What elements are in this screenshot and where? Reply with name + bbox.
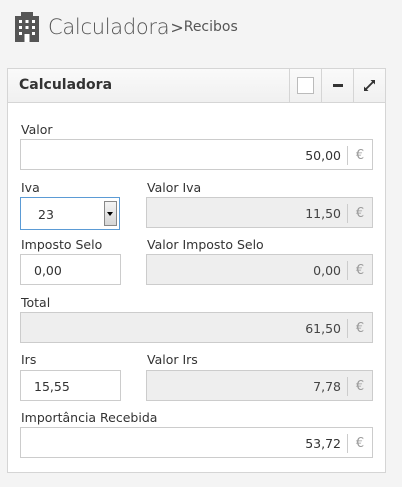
chevron-down-icon[interactable]	[104, 201, 117, 226]
importancia-recebida-label: Importância Recebida	[21, 410, 158, 425]
page-header: Calculadora > Recibos	[14, 10, 238, 44]
widget-toolbar	[289, 69, 385, 102]
iva-label: Iva	[21, 180, 40, 195]
checkbox-icon[interactable]	[297, 77, 314, 94]
valor-input[interactable]: 50,00 €	[20, 139, 373, 170]
euro-icon: €	[347, 204, 372, 223]
euro-icon: €	[347, 377, 372, 396]
iva-select[interactable]: 23	[20, 197, 120, 230]
valor-irs-field: 7,78 €	[146, 370, 373, 401]
valor-irs-value: 7,78	[313, 379, 341, 394]
widget-title: Calculadora	[19, 77, 113, 93]
building-icon	[15, 11, 39, 42]
valor-iva-value: 11,50	[305, 206, 341, 221]
imposto-selo-input[interactable]: 0,00	[20, 254, 121, 285]
valor-imposto-selo-value: 0,00	[313, 263, 341, 278]
valor-imposto-selo-field: 0,00 €	[146, 254, 373, 285]
irs-value: 15,55	[34, 379, 70, 394]
importancia-recebida-value: 53,72	[305, 436, 341, 451]
imposto-selo-value: 0,00	[34, 263, 62, 278]
widget-header: Calculadora	[8, 69, 385, 103]
total-field: 61,50 €	[20, 312, 373, 343]
irs-label: Irs	[21, 352, 37, 367]
breadcrumb-subtitle[interactable]: Recibos	[184, 19, 238, 35]
euro-icon: €	[347, 434, 372, 453]
expand-icon	[364, 80, 375, 91]
valor-irs-label: Valor Irs	[147, 352, 198, 367]
valor-iva-label: Valor Iva	[147, 180, 202, 195]
total-label: Total	[21, 295, 51, 310]
widget-minimize-button[interactable]	[321, 69, 353, 102]
importancia-recebida-input[interactable]: 53,72 €	[20, 427, 373, 458]
valor-label: Valor	[21, 122, 53, 137]
euro-icon: €	[347, 319, 372, 338]
total-value: 61,50	[305, 321, 341, 336]
valor-imposto-selo-label: Valor Imposto Selo	[147, 237, 264, 252]
minimize-icon	[332, 84, 343, 87]
breadcrumb-separator: >	[170, 17, 184, 37]
page-title: Calculadora	[48, 15, 170, 39]
irs-input[interactable]: 15,55	[20, 370, 121, 401]
euro-icon: €	[347, 261, 372, 280]
valor-value: 50,00	[305, 148, 341, 163]
iva-selected-value: 23	[38, 207, 54, 222]
euro-icon: €	[347, 146, 372, 165]
imposto-selo-label: Imposto Selo	[21, 237, 103, 252]
valor-iva-field: 11,50 €	[146, 197, 373, 228]
widget-select-button[interactable]	[289, 69, 321, 102]
widget-expand-button[interactable]	[353, 69, 385, 102]
